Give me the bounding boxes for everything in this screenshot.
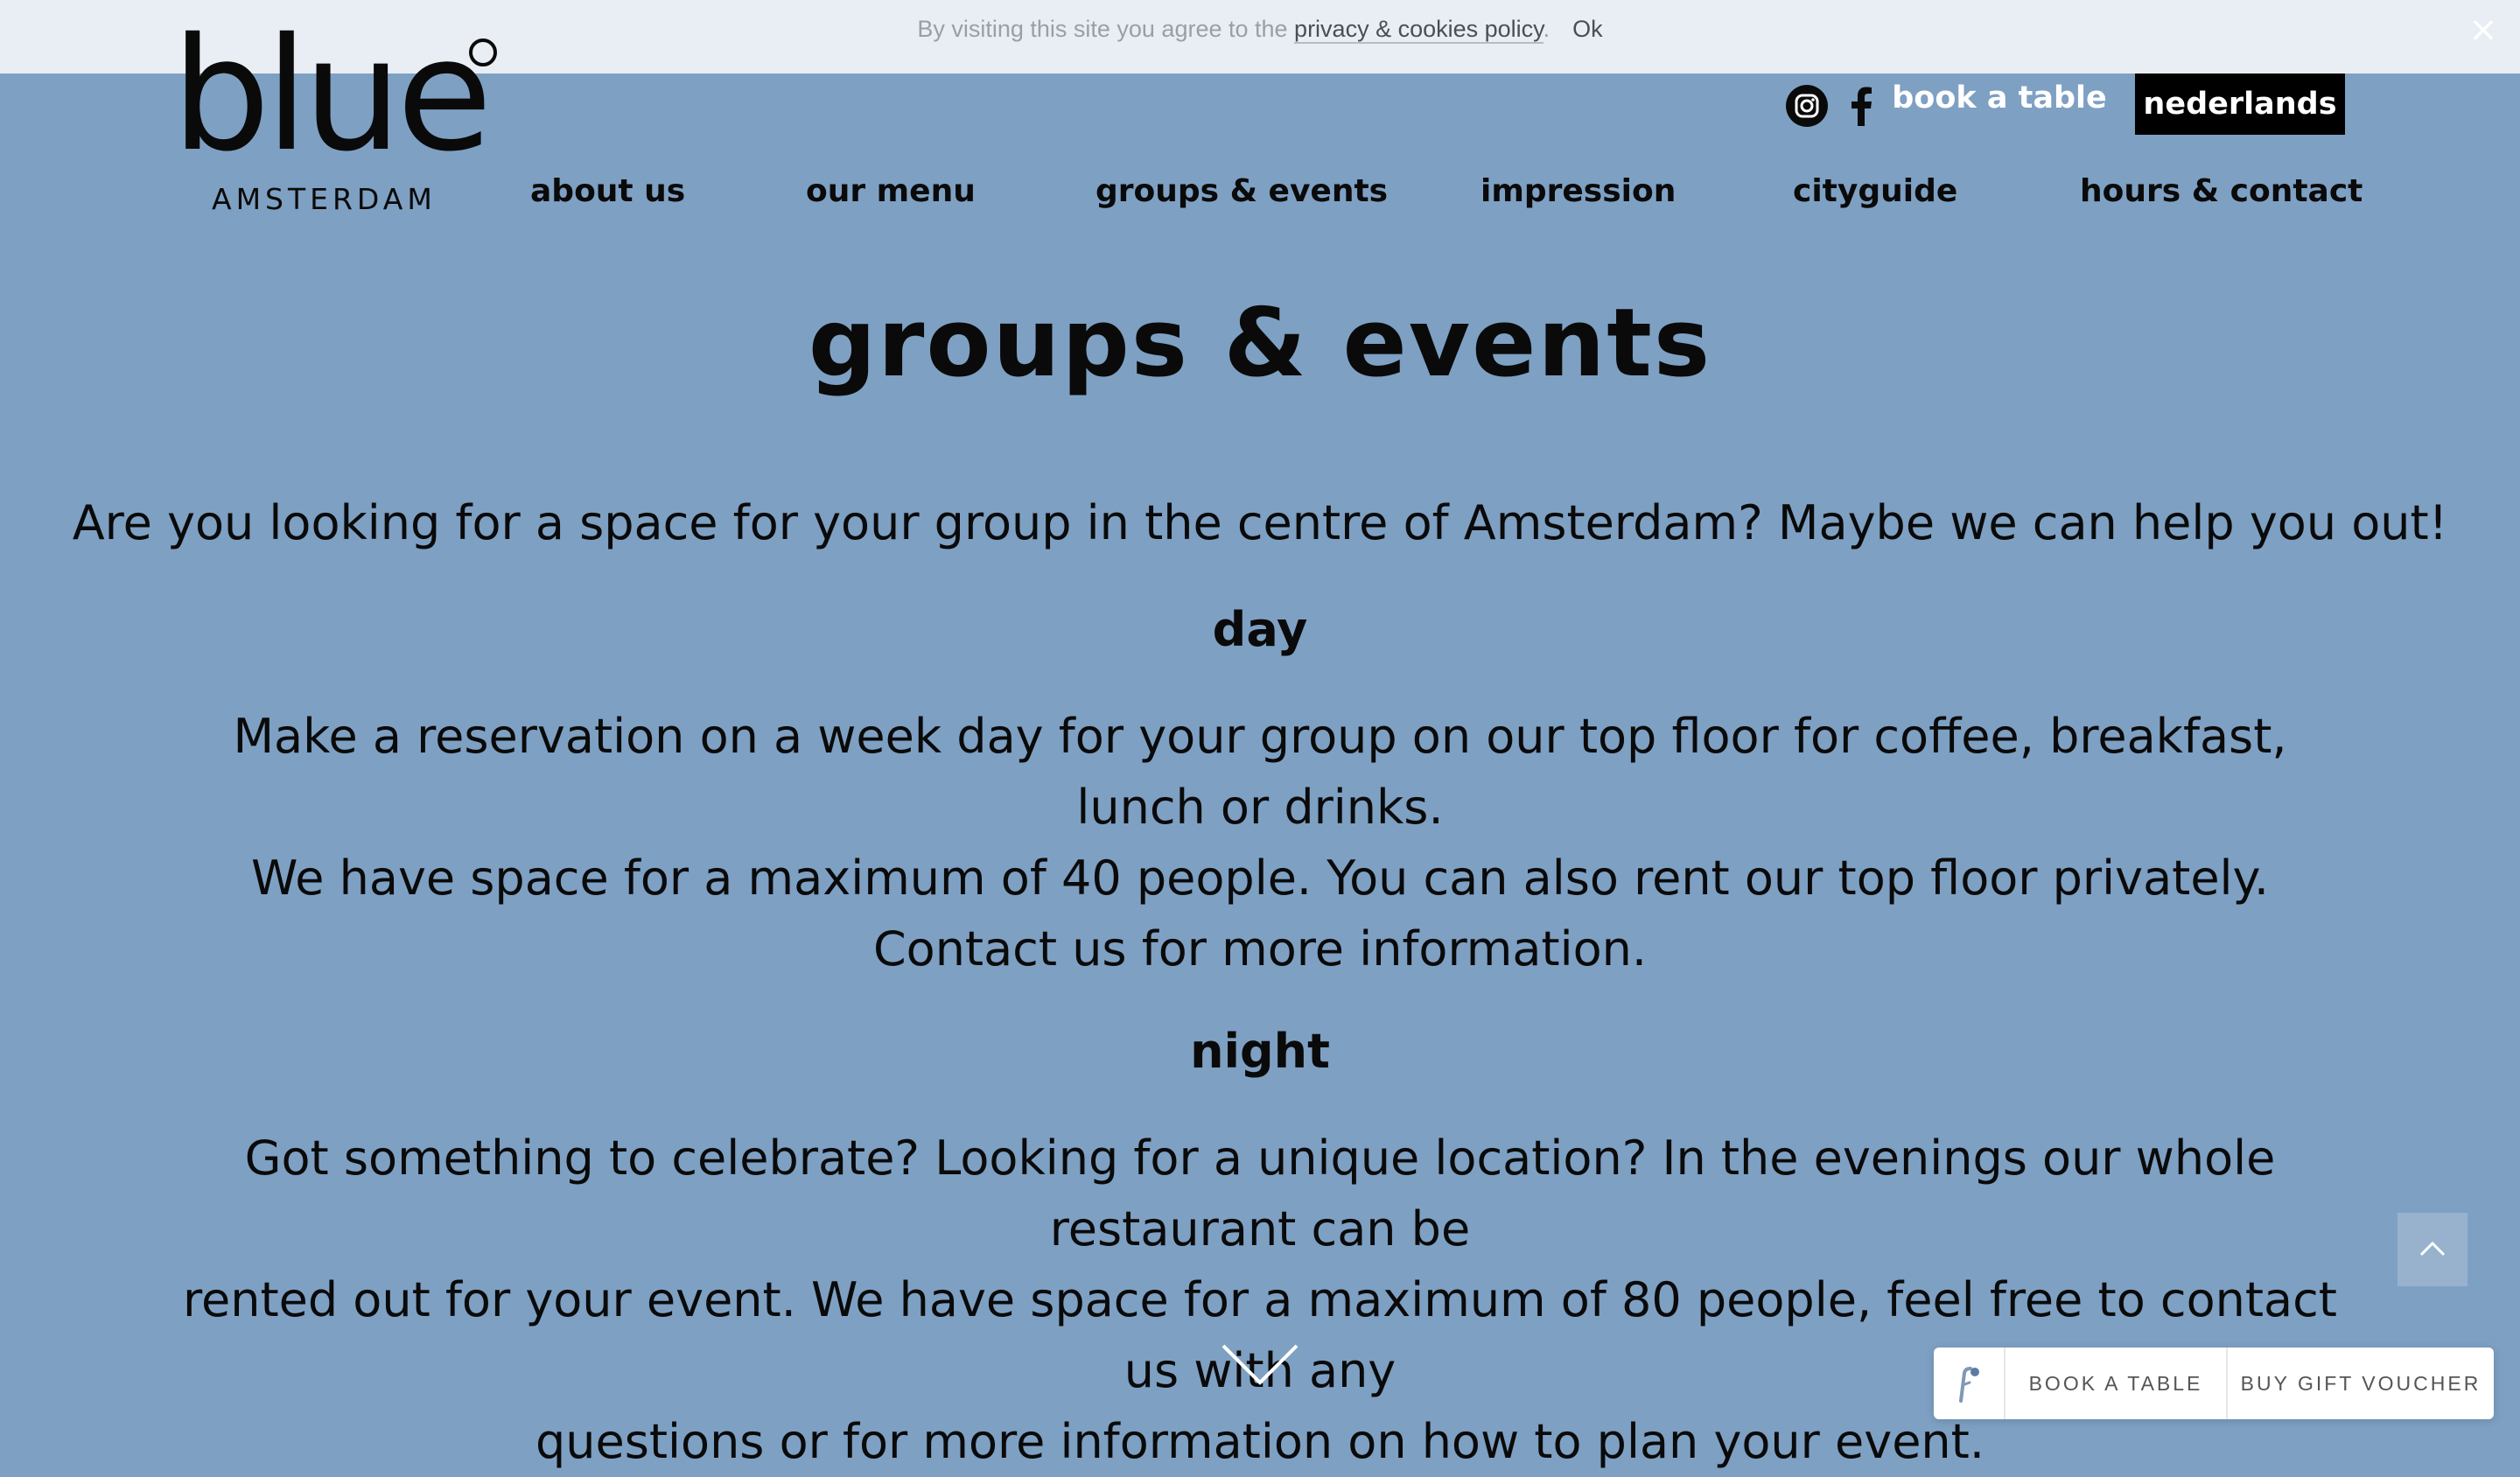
day-line: Contact us for more information. xyxy=(872,921,1648,976)
cookie-period: . xyxy=(1543,16,1550,42)
logo-word: blue xyxy=(172,26,487,166)
day-heading: day xyxy=(1212,602,1308,657)
day-text: Make a reservation on a week day for you… xyxy=(175,701,2345,984)
intro-text: Are you looking for a space for your gro… xyxy=(72,495,2448,550)
logo-mark: blue xyxy=(172,4,497,186)
night-line: Got something to celebrate? Looking for … xyxy=(244,1130,2276,1256)
nav-our-menu[interactable]: our menu xyxy=(806,173,976,209)
nav-hours-contact[interactable]: hours & contact xyxy=(2080,173,2362,209)
booking-widget: BOOK A TABLE BUY GIFT VOUCHER xyxy=(1934,1348,2494,1419)
close-icon[interactable]: × xyxy=(2466,12,2501,47)
page-title: groups & events xyxy=(808,289,1712,398)
widget-logo-icon xyxy=(1934,1348,2006,1419)
chevron-down-icon[interactable] xyxy=(1222,1342,1298,1386)
privacy-policy-link[interactable]: privacy & cookies policy xyxy=(1294,16,1544,44)
widget-gift-voucher-button[interactable]: BUY GIFT VOUCHER xyxy=(2228,1348,2494,1419)
facebook-icon[interactable] xyxy=(1848,86,1874,126)
back-to-top-button[interactable] xyxy=(2398,1213,2468,1286)
nav-cityguide[interactable]: cityguide xyxy=(1793,173,1957,209)
nav-groups-events[interactable]: groups & events xyxy=(1096,173,1388,209)
night-heading: night xyxy=(1190,1024,1330,1079)
nav-impression[interactable]: impression xyxy=(1480,173,1676,209)
day-line: We have space for a maximum of 40 people… xyxy=(251,850,2269,906)
instagram-icon[interactable] xyxy=(1785,84,1829,128)
language-button[interactable]: nederlands xyxy=(2135,74,2345,135)
book-a-table-link[interactable]: book a table xyxy=(1881,80,2118,116)
night-text: Got something to celebrate? Looking for … xyxy=(175,1123,2345,1477)
cookie-ok-button[interactable]: Ok xyxy=(1572,16,1603,42)
nav-about-us[interactable]: about us xyxy=(530,173,685,209)
logo[interactable]: blue xyxy=(172,4,522,219)
chevron-up-icon xyxy=(2419,1241,2446,1256)
day-line: Make a reservation on a week day for you… xyxy=(233,709,2287,835)
cookie-text: By visiting this site you agree to the xyxy=(917,16,1295,42)
widget-book-table-button[interactable]: BOOK A TABLE xyxy=(2006,1348,2228,1419)
